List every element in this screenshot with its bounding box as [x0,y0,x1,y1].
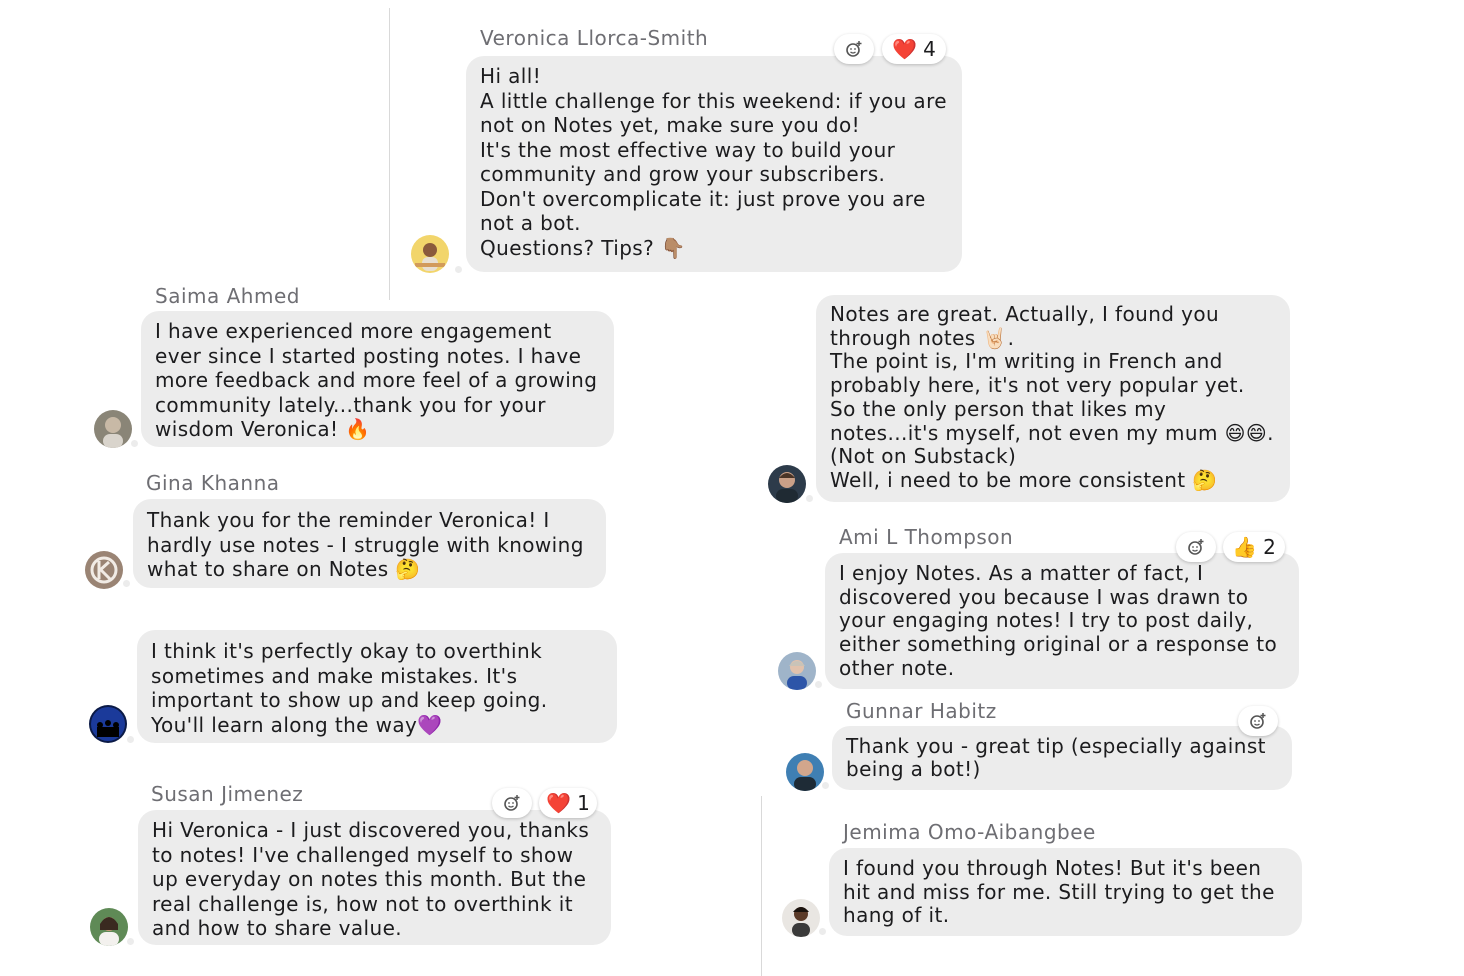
comment-author[interactable]: Veronica Llorca-Smith [480,26,708,50]
reaction-thumbs-up-button[interactable]: 👍 2 [1223,532,1285,562]
bubble-tail [822,782,829,789]
comment-author[interactable]: Susan Jimenez [151,782,303,806]
thread-line-main [389,8,390,300]
comment-bubble: Notes are great. Actually, I found you t… [816,295,1290,502]
add-reaction-icon [504,795,520,811]
add-reaction-button[interactable] [834,34,874,64]
add-reaction-icon [1250,713,1266,729]
comment-bubble: Hi Veronica - I just discovered you, tha… [138,810,611,945]
comment-bubble: I think it's perfectly okay to overthink… [137,630,617,743]
reaction-heart-button[interactable]: ❤️ 1 [539,788,597,818]
bubble-tail [815,681,822,688]
add-reaction-icon [846,41,862,57]
comment-author[interactable]: Gunnar Habitz [846,699,997,723]
reaction-count: 4 [923,37,936,61]
avatar-icon[interactable] [786,753,824,791]
thread-line-right [761,796,762,976]
comment-bubble: Thank you for the reminder Veronica! I h… [133,499,606,588]
avatar-icon[interactable] [85,551,123,589]
avatar-icon[interactable] [89,705,127,743]
bubble-tail [123,580,130,587]
comment-bubble: I found you through Notes! But it's been… [829,848,1302,936]
comment-author[interactable]: Gina Khanna [146,471,280,495]
avatar-icon[interactable] [768,465,806,503]
add-reaction-button[interactable] [1176,532,1216,562]
reaction-heart-button[interactable]: ❤️ 4 [882,34,946,64]
thumbs-up-icon: 👍 [1232,535,1258,559]
comment-author[interactable]: Ami L Thompson [839,525,1013,549]
avatar-icon[interactable] [94,410,132,448]
comment-bubble: Hi all! A little challenge for this week… [466,56,962,272]
avatar-icon[interactable] [782,899,820,937]
add-reaction-button[interactable] [1238,706,1278,736]
comment-author[interactable]: Jemima Omo-Aibangbee [843,820,1096,844]
bubble-tail [806,495,813,502]
comment-bubble: I have experienced more engagement ever … [141,311,614,447]
add-reaction-icon [1188,539,1204,555]
bubble-tail [819,928,826,935]
comment-bubble: Thank you - great tip (especially agains… [832,726,1292,790]
avatar-icon[interactable] [90,908,128,946]
avatar-icon[interactable] [411,235,449,273]
comment-bubble: I enjoy Notes. As a matter of fact, I di… [825,553,1299,689]
reaction-count: 2 [1263,535,1276,559]
bubble-tail [455,266,462,273]
comment-author[interactable]: Saima Ahmed [155,284,300,308]
heart-icon: ❤️ [892,37,918,61]
add-reaction-button[interactable] [492,788,532,818]
reaction-count: 1 [577,791,590,815]
avatar-icon[interactable] [778,652,816,690]
bubble-tail [131,440,138,447]
bubble-tail [127,736,134,743]
bubble-tail [127,938,134,945]
heart-icon: ❤️ [546,791,572,815]
